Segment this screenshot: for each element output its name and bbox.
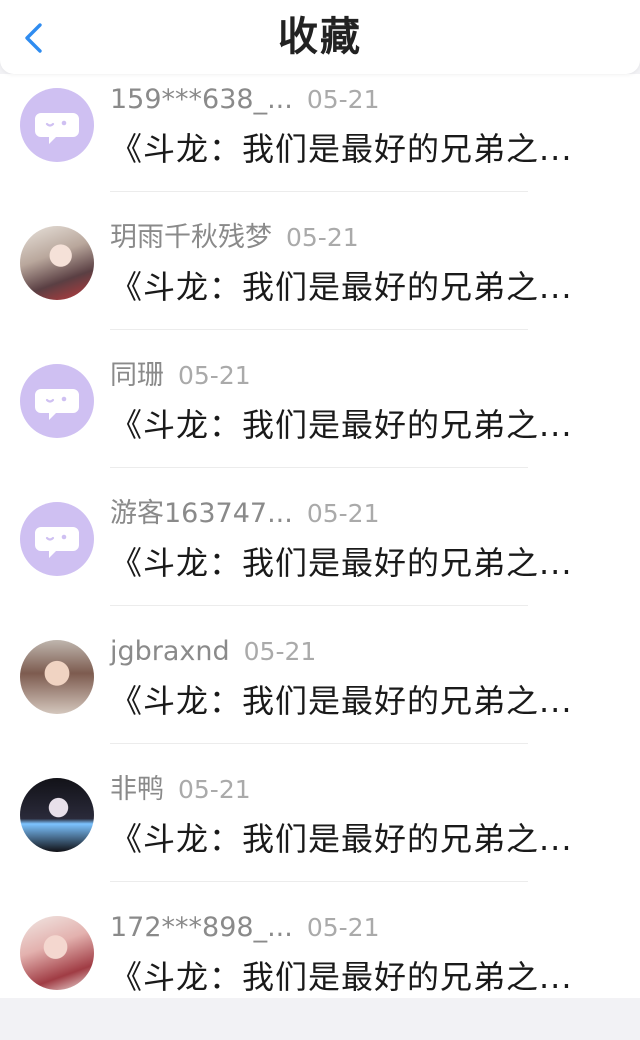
item-title[interactable]: 《斗龙：我们是最好的兄弟之... bbox=[110, 678, 630, 724]
avatar[interactable] bbox=[20, 502, 94, 576]
avatar[interactable] bbox=[20, 640, 94, 714]
item-meta: 玥雨千秋残梦 05-21 bbox=[110, 220, 359, 256]
item-date: 05-21 bbox=[306, 499, 380, 528]
divider bbox=[110, 329, 528, 330]
item-meta: 172***898_... 05-21 bbox=[110, 910, 379, 946]
list-item[interactable]: 非鸭 05-21 《斗龙：我们是最好的兄弟之... bbox=[0, 764, 640, 902]
default-avatar-icon bbox=[35, 527, 79, 558]
page-title: 收藏 bbox=[278, 14, 362, 60]
divider bbox=[110, 191, 528, 192]
default-avatar-icon bbox=[35, 389, 79, 420]
item-title[interactable]: 《斗龙：我们是最好的兄弟之... bbox=[110, 402, 630, 448]
list-item[interactable]: 同珊 05-21 《斗龙：我们是最好的兄弟之... bbox=[0, 350, 640, 488]
list-item[interactable]: 游客163747... 05-21 《斗龙：我们是最好的兄弟之... bbox=[0, 488, 640, 626]
list-item[interactable]: jgbraxnd 05-21 《斗龙：我们是最好的兄弟之... bbox=[0, 626, 640, 764]
item-meta: 非鸭 05-21 bbox=[110, 772, 251, 808]
list-item[interactable]: 159***638_... 05-21 《斗龙：我们是最好的兄弟之... bbox=[0, 74, 640, 212]
item-title[interactable]: 《斗龙：我们是最好的兄弟之... bbox=[110, 126, 630, 172]
username[interactable]: 同珊 bbox=[110, 358, 164, 394]
item-title[interactable]: 《斗龙：我们是最好的兄弟之... bbox=[110, 816, 630, 862]
username[interactable]: 172***898_... bbox=[110, 910, 293, 946]
item-meta: jgbraxnd 05-21 bbox=[110, 634, 316, 670]
avatar[interactable] bbox=[20, 778, 94, 852]
item-date: 05-21 bbox=[178, 775, 251, 804]
username[interactable]: jgbraxnd bbox=[110, 634, 230, 670]
avatar[interactable] bbox=[20, 364, 94, 438]
item-date: 05-21 bbox=[306, 85, 380, 114]
divider bbox=[110, 467, 528, 468]
list-item[interactable]: 172***898_... 05-21 《斗龙：我们是最好的兄弟之... bbox=[0, 902, 640, 1040]
favorites-list: 159***638_... 05-21 《斗龙：我们是最好的兄弟之... 玥雨千秋… bbox=[0, 74, 640, 998]
avatar[interactable] bbox=[20, 916, 94, 990]
default-avatar-icon bbox=[35, 113, 79, 144]
username[interactable]: 玥雨千秋残梦 bbox=[110, 220, 272, 256]
item-title[interactable]: 《斗龙：我们是最好的兄弟之... bbox=[110, 264, 630, 310]
item-meta: 同珊 05-21 bbox=[110, 358, 251, 394]
divider bbox=[110, 605, 528, 606]
item-title[interactable]: 《斗龙：我们是最好的兄弟之... bbox=[110, 540, 630, 586]
divider bbox=[110, 881, 528, 882]
item-date: 05-21 bbox=[306, 913, 380, 942]
top-bar: 收藏 bbox=[0, 0, 640, 74]
item-date: 05-21 bbox=[243, 637, 317, 666]
username[interactable]: 非鸭 bbox=[110, 772, 164, 808]
avatar[interactable] bbox=[20, 88, 94, 162]
item-meta: 159***638_... 05-21 bbox=[110, 82, 379, 118]
item-date: 05-21 bbox=[286, 223, 359, 252]
item-date: 05-21 bbox=[178, 361, 251, 390]
list-item[interactable]: 玥雨千秋残梦 05-21 《斗龙：我们是最好的兄弟之... bbox=[0, 212, 640, 350]
username[interactable]: 游客163747... bbox=[110, 496, 293, 532]
item-meta: 游客163747... 05-21 bbox=[110, 496, 379, 532]
divider bbox=[110, 743, 528, 744]
username[interactable]: 159***638_... bbox=[110, 82, 293, 118]
item-title[interactable]: 《斗龙：我们是最好的兄弟之... bbox=[110, 954, 630, 1000]
avatar[interactable] bbox=[20, 226, 94, 300]
